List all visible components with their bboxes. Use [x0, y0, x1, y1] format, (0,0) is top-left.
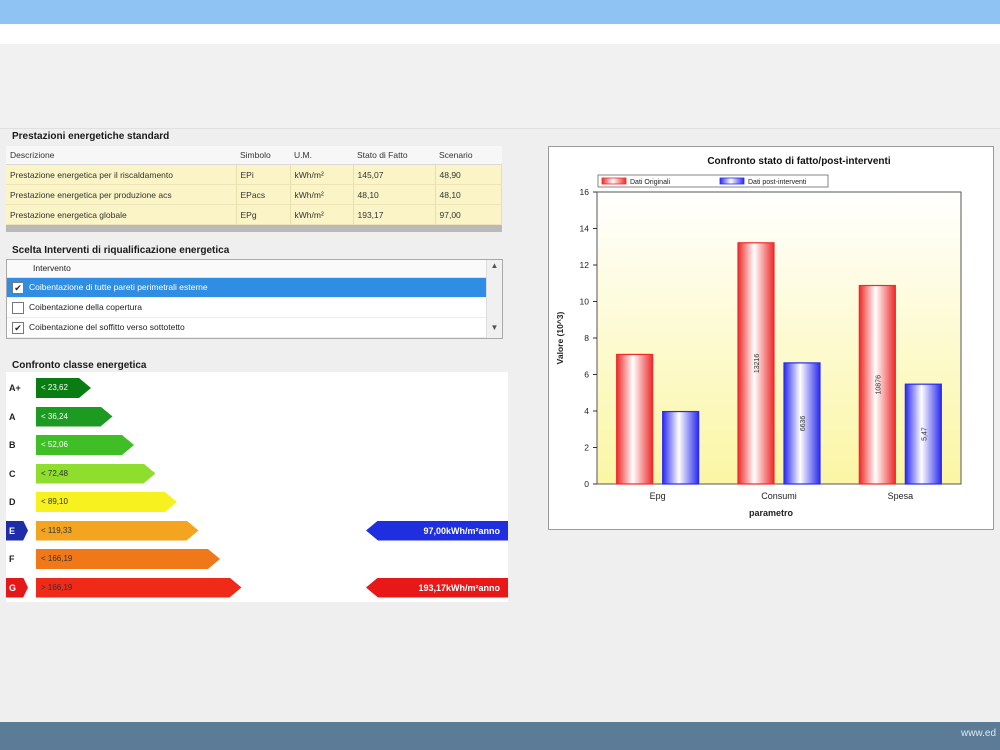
y-tick-label: 4 — [584, 406, 589, 416]
cell-simbolo: EPg — [236, 204, 291, 225]
cell-scenario: 48,90 — [435, 164, 502, 185]
chart-bar — [616, 353, 654, 485]
energy-class-bar: < 52,06 — [36, 435, 134, 455]
y-tick-label: 2 — [584, 443, 589, 453]
energy-class-panel: A+ < 23,62 A < 36,24 B < 52,06 C < 72,48 D < 89,1… — [6, 372, 508, 602]
chart-bar — [662, 410, 700, 485]
energy-class-letter: F — [6, 549, 28, 569]
col-header-um[interactable]: U.M. — [290, 146, 353, 165]
y-tick-label: 6 — [584, 370, 589, 380]
cell-um: kWh/m² — [290, 204, 354, 225]
watermark-text: www.ed — [960, 728, 996, 739]
energy-class-bar: < 89,10 — [36, 492, 177, 512]
table-header-row: Descrizione Simbolo U.M. Stato di Fatto … — [6, 146, 502, 165]
list-vertical-scrollbar[interactable]: ▲ ▼ — [486, 260, 502, 338]
y-axis-label: Valore (10^3) — [555, 311, 565, 364]
cell-simbolo: EPacs — [236, 184, 291, 205]
section-title-interventions: Scelta Interventi di riqualificazione en… — [12, 245, 230, 256]
cell-stato-di-fatto: 145,07 — [353, 164, 436, 185]
section-title-energy-class: Confronto classe energetica — [12, 360, 147, 371]
legend-swatch — [601, 177, 627, 185]
scroll-down-icon[interactable]: ▼ — [487, 323, 502, 337]
energy-class-bar: < 166,19 — [36, 549, 220, 569]
energy-class-bar: < 23,62 — [36, 378, 91, 398]
y-tick-label: 16 — [580, 187, 590, 197]
cell-stato-di-fatto: 193,17 — [353, 204, 436, 225]
toolbar-area — [0, 44, 1000, 129]
energy-class-letter: B — [6, 435, 28, 455]
x-tick-label: Spesa — [888, 491, 914, 501]
legend-swatch — [719, 177, 745, 185]
energy-class-bar: < 36,24 — [36, 407, 113, 427]
window-title-bar — [0, 0, 1000, 24]
legend-label: Dati Originali — [630, 179, 671, 186]
col-header-simbolo[interactable]: Simbolo — [236, 146, 290, 165]
interventions-list: Intervento ✔ Coibentazione di tutte pare… — [6, 259, 503, 339]
table-row[interactable]: Prestazione energetica per il riscaldame… — [6, 164, 502, 185]
cell-descrizione: Prestazione energetica per il riscaldame… — [6, 164, 237, 185]
bar-data-label: 10876 — [875, 375, 882, 395]
list-item[interactable]: ✔ Coibentazione di tutte pareti perimetr… — [7, 278, 486, 298]
checkbox-unchecked-icon[interactable] — [12, 302, 24, 314]
scroll-up-icon[interactable]: ▲ — [487, 261, 502, 275]
col-header-stato-di-fatto[interactable]: Stato di Fatto — [353, 146, 435, 165]
energy-class-letter: D — [6, 492, 28, 512]
comparison-chart: Confronto stato di fatto/post-interventi… — [555, 156, 962, 518]
energy-class-letter: G — [6, 577, 28, 598]
cell-scenario: 97,00 — [435, 204, 502, 225]
y-tick-label: 12 — [580, 260, 590, 270]
col-header-descrizione[interactable]: Descrizione — [6, 146, 236, 165]
energy-class-bar: < 72,48 — [36, 464, 156, 484]
cell-descrizione: Prestazione energetica per produzione ac… — [6, 184, 237, 205]
cell-um: kWh/m² — [290, 184, 354, 205]
current-result-arrow: 193,17kWh/m²anno — [366, 577, 508, 598]
table-horizontal-scrollbar[interactable] — [6, 225, 502, 232]
performance-table: Descrizione Simbolo U.M. Stato di Fatto … — [6, 146, 502, 225]
checkbox-checked-icon[interactable]: ✔ — [12, 322, 24, 334]
list-item[interactable]: Coibentazione della copertura — [7, 298, 486, 318]
status-bar: www.ed — [0, 722, 1000, 750]
bar-data-label: 13216 — [754, 354, 761, 374]
checkbox-checked-icon[interactable]: ✔ — [12, 282, 24, 294]
chart-title: Confronto stato di fatto/post-interventi — [707, 156, 891, 167]
y-tick-label: 0 — [584, 479, 589, 489]
menu-bar — [0, 24, 1000, 44]
section-title-standard: Prestazioni energetiche standard — [12, 131, 170, 142]
comparison-chart-panel: Confronto stato di fatto/post-interventi… — [548, 146, 994, 530]
cell-scenario: 48,10 — [435, 184, 502, 205]
scenario-result-arrow: 97,00kWh/m²anno — [366, 520, 508, 541]
table-row[interactable]: Prestazione energetica per produzione ac… — [6, 184, 502, 205]
energy-class-letter: E — [6, 520, 28, 541]
x-tick-label: Epg — [650, 491, 666, 501]
cell-stato-di-fatto: 48,10 — [353, 184, 436, 205]
energy-class-bar: > 166,19 — [36, 578, 242, 598]
y-tick-label: 14 — [580, 224, 590, 234]
cell-um: kWh/m² — [290, 164, 354, 185]
x-tick-label: Consumi — [761, 491, 797, 501]
interventions-list-header[interactable]: Intervento — [7, 260, 502, 278]
bar-data-label: 6636 — [800, 416, 807, 432]
cell-simbolo: EPi — [236, 164, 291, 185]
col-header-scenario[interactable]: Scenario — [435, 146, 502, 165]
bar-data-label: 5,47 — [921, 427, 928, 441]
list-item-label: Coibentazione di tutte pareti perimetral… — [29, 282, 208, 292]
energy-class-letter: C — [6, 463, 28, 484]
list-item-label: Coibentazione della copertura — [29, 302, 142, 312]
y-tick-label: 10 — [580, 297, 590, 307]
cell-descrizione: Prestazione energetica globale — [6, 204, 237, 225]
energy-class-letter: A+ — [6, 378, 28, 398]
table-row[interactable]: Prestazione energetica globale EPg kWh/m… — [6, 204, 502, 225]
list-item-label: Coibentazione del soffitto verso sottote… — [29, 322, 185, 332]
energy-class-letter: A — [6, 406, 28, 427]
y-tick-label: 8 — [584, 333, 589, 343]
x-axis-label: parametro — [749, 508, 794, 518]
legend-label: Dati post-interventi — [748, 179, 807, 186]
energy-class-bar: < 119,33 — [36, 521, 199, 541]
list-item[interactable]: ✔ Coibentazione del soffitto verso sotto… — [7, 318, 486, 338]
